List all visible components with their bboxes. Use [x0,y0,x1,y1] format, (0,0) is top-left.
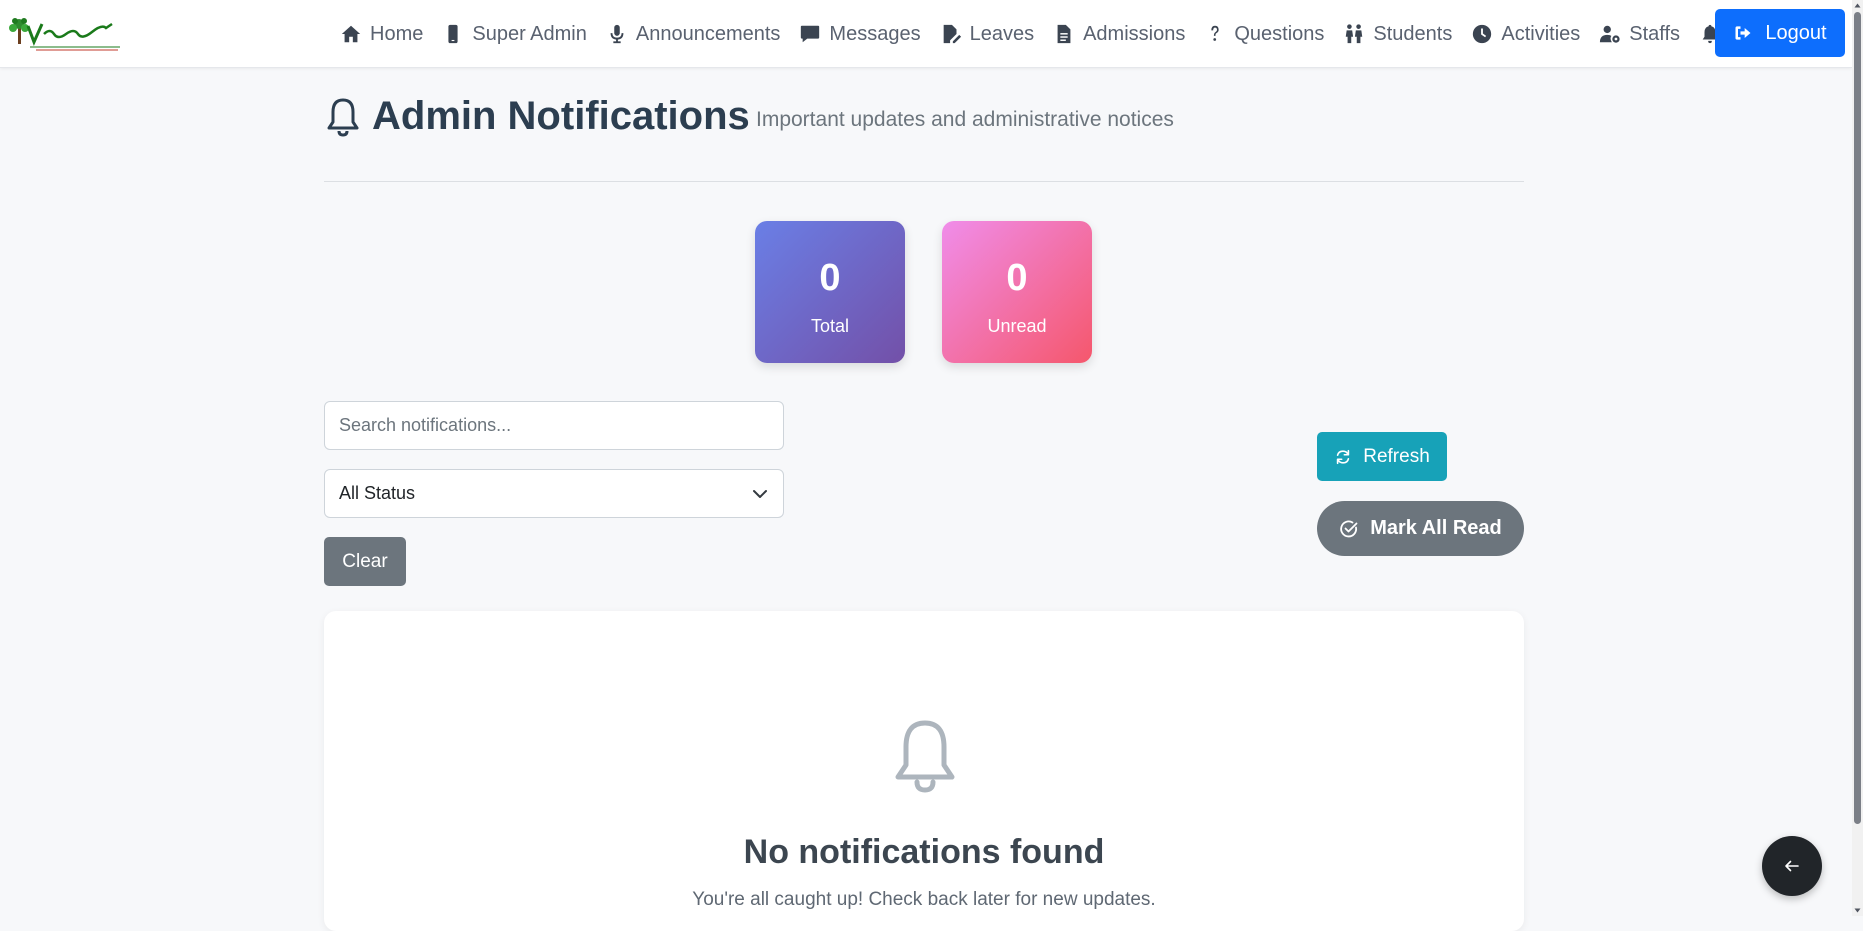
nav-label-staffs: Staffs [1629,22,1681,45]
scrollbar-thumb[interactable] [1854,12,1861,824]
children-icon [1342,22,1366,46]
file-signature-icon [939,22,963,46]
logout-label: Logout [1765,21,1827,44]
nav-label-students: Students [1373,22,1453,45]
check-circle-icon [1340,520,1358,537]
logout-button[interactable]: Logout [1715,9,1845,57]
stat-card-total: 0 Total [755,221,905,363]
nav-item-leaves[interactable]: Leaves [930,0,1044,68]
empty-state-title: No notifications found [743,833,1105,871]
question-icon [1203,22,1227,46]
status-select[interactable]: All Status [324,469,784,518]
nav-label-super-admin: Super Admin [472,22,587,45]
empty-state-text: You're all caught up! Check back later f… [692,889,1156,910]
stat-total-label: Total [810,316,850,336]
scroll-up-icon[interactable] [1854,2,1861,9]
refresh-label: Refresh [1363,445,1430,467]
brand-logo[interactable] [6,14,122,54]
nav-item-staffs[interactable]: Staffs [1589,0,1689,68]
page-title: Admin Notifications [324,94,750,139]
stat-unread-label: Unread [987,316,1047,336]
page-scrollbar[interactable] [1852,0,1863,916]
nav-label-messages: Messages [829,22,921,45]
notifications-list-card: No notifications found You're all caught… [324,611,1524,931]
clear-button[interactable]: Clear [324,537,406,586]
mobile-icon [441,22,465,46]
file-icon [1052,22,1076,46]
bell-outline-icon [327,98,359,137]
empty-bell-icon [895,720,955,793]
main-nav: Home Super Admin Announcements Messages … [330,0,1731,68]
stat-card-unread: 0 Unread [942,221,1092,363]
refresh-icon [1337,449,1350,464]
page-title-text: Admin Notifications [372,94,750,138]
clock-icon [1470,22,1494,46]
arrow-left-icon [1785,860,1799,872]
mark-all-read-button[interactable]: Mark All Read [1317,501,1524,556]
search-input[interactable] [324,401,784,450]
user-gear-icon [1598,22,1622,46]
stat-unread-value: 0 [1006,257,1028,299]
scroll-down-icon[interactable] [1854,907,1861,914]
nav-item-activities[interactable]: Activities [1461,0,1589,68]
nav-label-home: Home [370,22,424,45]
stat-total-value: 0 [819,257,841,299]
page-header: Admin Notifications Important updates an… [324,94,1524,182]
nav-label-activities: Activities [1501,22,1581,45]
mark-all-read-label: Mark All Read [1370,517,1502,539]
microphone-icon [605,22,629,46]
home-icon [339,22,363,46]
nav-item-admissions[interactable]: Admissions [1043,0,1194,68]
nav-label-leaves: Leaves [969,22,1035,45]
nav-item-students[interactable]: Students [1333,0,1461,68]
chevron-down-icon [753,489,767,498]
nav-label-questions: Questions [1234,22,1325,45]
nav-item-super-admin[interactable]: Super Admin [432,0,596,68]
message-icon [798,22,822,46]
back-button[interactable] [1762,836,1822,896]
nav-label-admissions: Admissions [1083,22,1186,45]
nav-item-messages[interactable]: Messages [789,0,929,68]
refresh-button[interactable]: Refresh [1317,432,1447,481]
page-subtitle: Important updates and administrative not… [756,108,1174,131]
logout-icon [1735,26,1751,40]
status-select-value: All Status [339,483,416,503]
nav-item-announcements[interactable]: Announcements [596,0,790,68]
top-navbar: Home Super Admin Announcements Messages … [0,0,1852,68]
nav-item-questions[interactable]: Questions [1194,0,1333,68]
nav-label-announcements: Announcements [635,22,781,45]
nav-item-home[interactable]: Home [330,0,432,68]
